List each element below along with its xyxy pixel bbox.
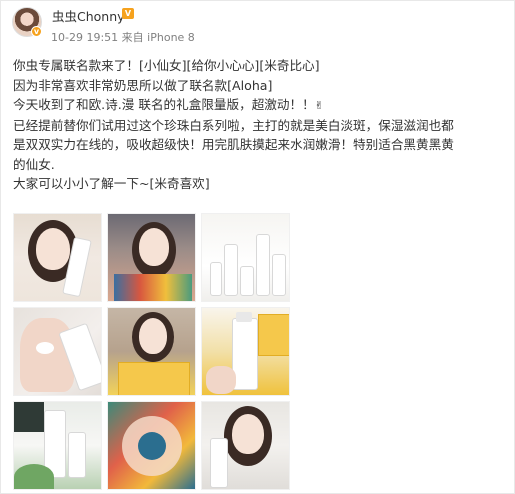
bottle-cap-icon (236, 312, 252, 322)
post-line: 的仙女. (13, 156, 55, 172)
product-bottle-icon (68, 432, 86, 478)
face-shape (139, 318, 167, 354)
post-source-device[interactable]: iPhone 8 (147, 31, 195, 44)
verified-badge-icon: v (31, 26, 42, 37)
post-line: 你虫专属联名款来了！[小仙女][给你小心心][米奇比心] (13, 58, 320, 73)
product-bottle-icon (224, 244, 238, 296)
post-text: 你虫专属联名款来了！[小仙女][给你小心心][米奇比心] 因为非常喜欢非常奶思所… (13, 56, 508, 194)
photo-selfie-with-box[interactable] (107, 307, 196, 396)
post-line-text: 今天收到了和欧.诗.漫 联名的礼盒限量版，超激动！！ (13, 97, 315, 112)
giftbox-icon (114, 274, 192, 301)
weibo-post-card: v 虫虫Chonny V 10-29 19:51 来自 iPhone 8 你虫专… (0, 0, 515, 494)
product-bottle-icon (210, 438, 228, 488)
giftbox-icon (258, 314, 289, 356)
post-source-prefix: 来自 (121, 31, 144, 44)
giftbox-icon (118, 362, 190, 395)
post-line: 大家可以小小了解一下~[米奇喜欢] (13, 176, 210, 191)
photo-colorful-packaging[interactable] (107, 401, 196, 490)
post-line: 是双双实力在线的，吸收超级快！用完肌肤摸起来水润嫩滑！特别适合黑黄黑黄 (13, 137, 454, 152)
post-line: 因为非常喜欢非常奶思所以做了联名款[Aloha] (13, 77, 273, 93)
post-line: 已经提前替你们试用过这个珍珠白系列啦，主打的就是美白淡斑，保湿滋润也都 (13, 117, 454, 133)
vip-crown-icon[interactable]: V (122, 8, 134, 19)
photo-bottle-in-hand[interactable] (201, 307, 290, 396)
photo-product-flatlay[interactable] (13, 401, 102, 490)
post-timestamp[interactable]: 10-29 19:51 (51, 31, 118, 44)
product-bottle-icon (210, 262, 222, 296)
product-bottle-icon (240, 266, 254, 296)
post-line: 今天收到了和欧.诗.漫 联名的礼盒限量版，超激动！！✌ (13, 95, 508, 116)
post-meta: 10-29 19:51 来自 iPhone 8 (51, 29, 195, 45)
product-bottle-icon (272, 254, 286, 296)
illustration-dot (138, 432, 166, 460)
face-shape (139, 228, 169, 266)
peace-emoji-icon: ✌ (314, 99, 324, 112)
dark-box-icon (14, 402, 44, 432)
product-bottle-icon (256, 234, 270, 296)
cream-swatch-icon (36, 342, 54, 354)
photo-selfie-with-giftbox[interactable] (107, 213, 196, 302)
photo-selfie-with-bottle[interactable] (201, 401, 290, 490)
username-link[interactable]: 虫虫Chonny (52, 6, 125, 25)
photo-product-lineup[interactable] (201, 213, 290, 302)
face-shape (232, 414, 264, 454)
leaf-icon (14, 464, 54, 489)
face-shape (36, 228, 70, 270)
hand-shape (206, 366, 236, 394)
photo-hand-swatch[interactable] (13, 307, 102, 396)
photo-selfie-with-tube[interactable] (13, 213, 102, 302)
